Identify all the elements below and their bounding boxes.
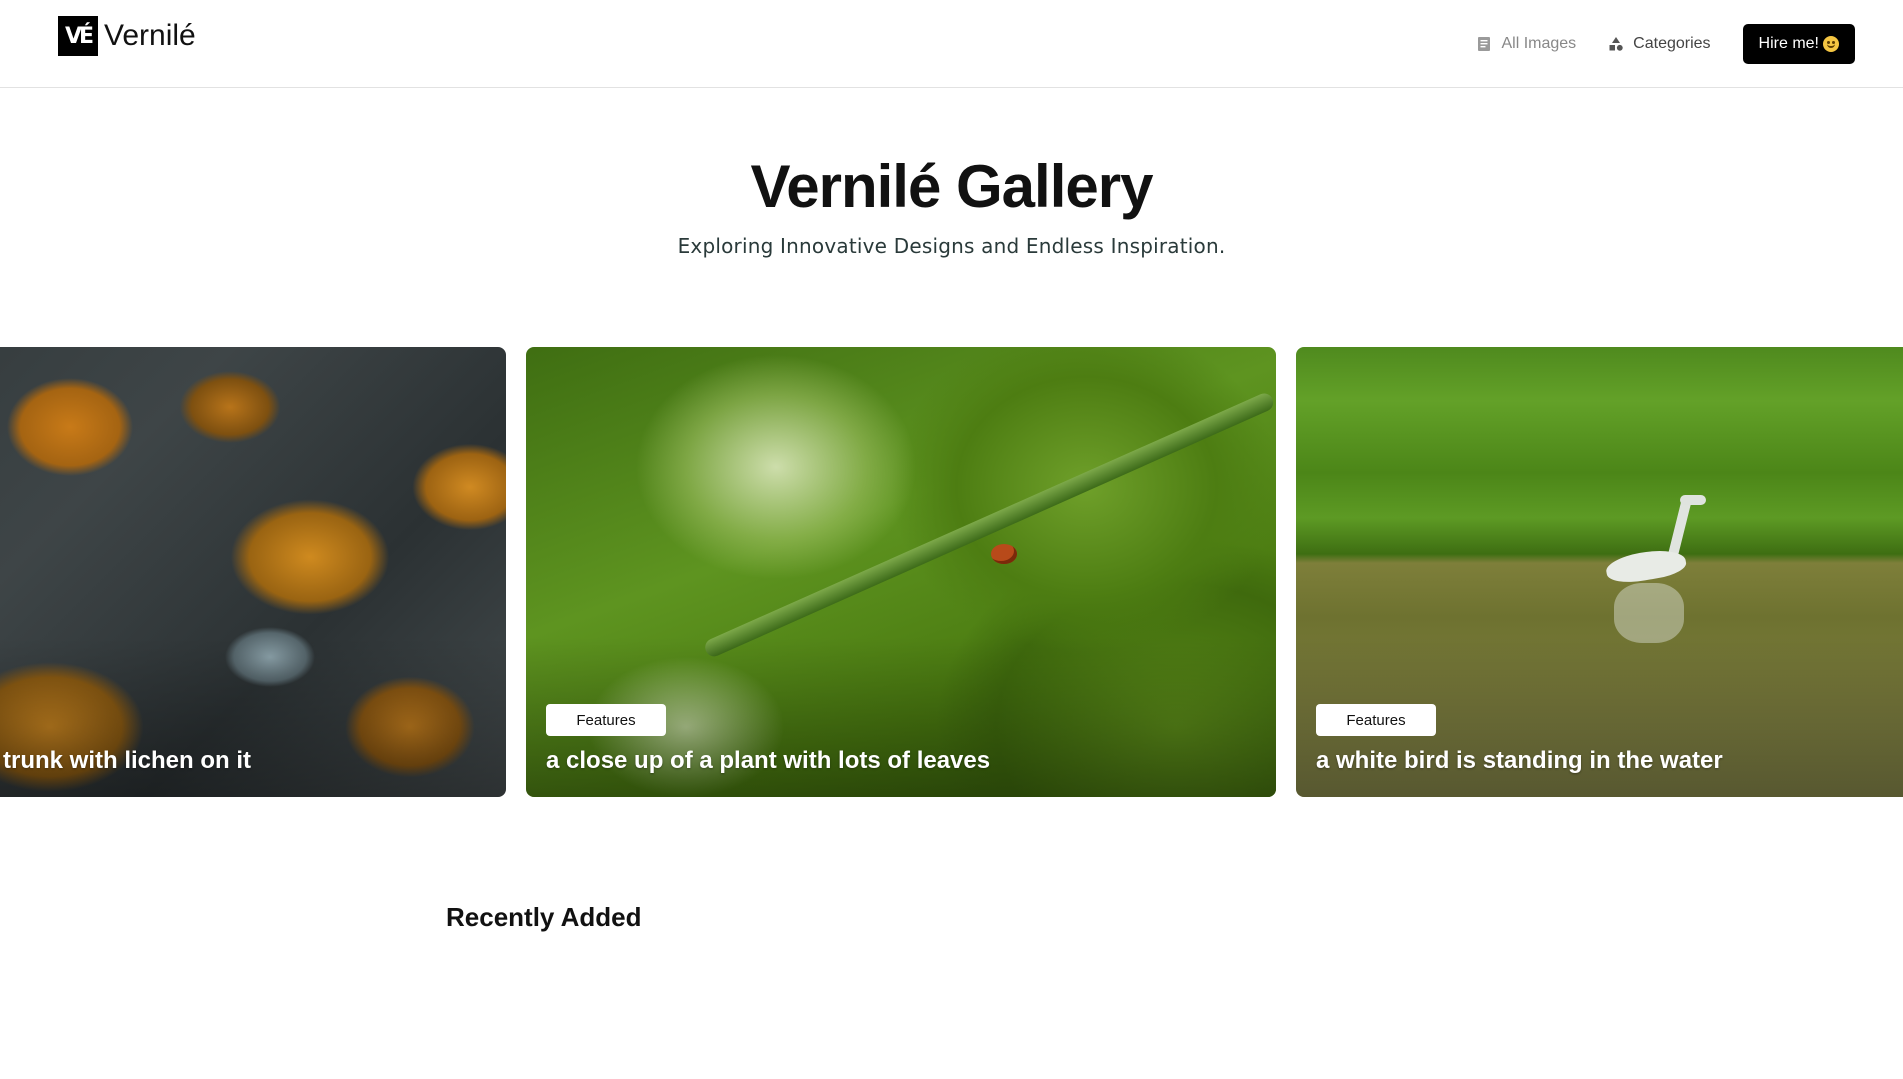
site-header: VÉ Vernilé All Images Categories Hire me… xyxy=(0,0,1903,88)
nav-categories-label: Categories xyxy=(1633,35,1711,52)
category-badge[interactable]: Features xyxy=(546,704,666,736)
logo-link[interactable]: VÉ Vernilé xyxy=(58,16,196,56)
shapes-icon xyxy=(1608,36,1624,52)
nav-all-images[interactable]: All Images xyxy=(1476,35,1576,53)
nav-all-images-label: All Images xyxy=(1501,35,1577,52)
smiley-emoji-icon xyxy=(1823,36,1839,52)
hire-me-label: Hire me! xyxy=(1758,35,1819,52)
hire-me-button[interactable]: Hire me! xyxy=(1742,24,1855,64)
card-caption: a white bird is standing in the water xyxy=(1316,747,1723,774)
featured-carousel: trunk with lichen on it Features a close… xyxy=(0,347,1903,797)
carousel-card[interactable]: Features a white bird is standing in the… xyxy=(1296,347,1903,797)
logo-mark: VÉ xyxy=(58,16,98,56)
card-caption: trunk with lichen on it xyxy=(3,747,251,774)
logo-text: Vernilé xyxy=(104,19,196,52)
page-title: Vernilé Gallery xyxy=(750,153,1154,220)
carousel-card[interactable]: trunk with lichen on it xyxy=(0,347,506,797)
carousel-card[interactable]: Features a close up of a plant with lots… xyxy=(526,347,1276,797)
card-caption: a close up of a plant with lots of leave… xyxy=(546,747,991,774)
nav-categories[interactable]: Categories xyxy=(1608,35,1711,53)
document-icon xyxy=(1476,36,1492,52)
category-badge[interactable]: Features xyxy=(1316,704,1436,736)
recently-added-heading: Recently Added xyxy=(446,902,642,932)
main-nav: All Images Categories Hire me! xyxy=(1476,24,1855,64)
page-subtitle: Exploring Innovative Designs and Endless… xyxy=(677,234,1226,258)
